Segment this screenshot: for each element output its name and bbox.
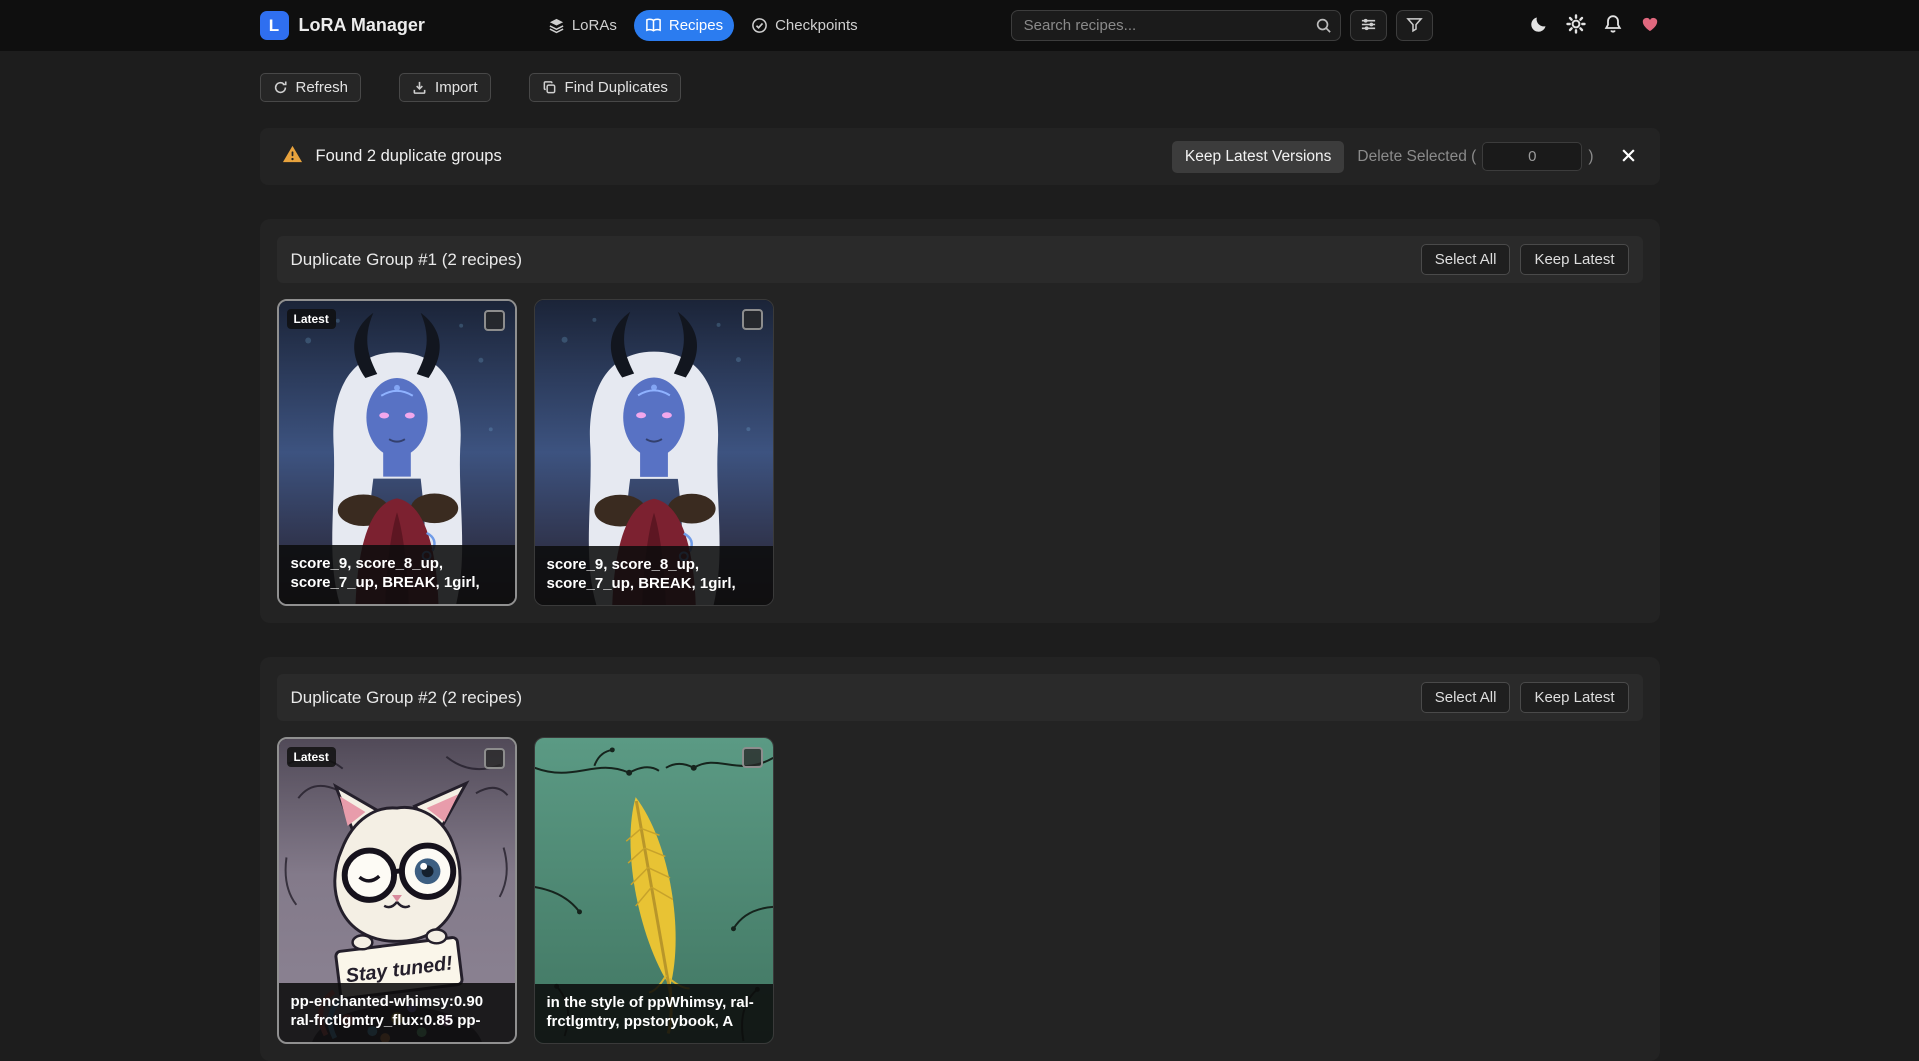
nav-tab-loras[interactable]: LoRAs	[537, 10, 628, 41]
group-title: Duplicate Group #1 (2 recipes)	[291, 250, 523, 270]
layers-icon	[548, 17, 565, 34]
close-icon	[1621, 148, 1636, 166]
main-content: Refresh Import Find Duplicates Found 2 d…	[260, 73, 1660, 1061]
import-button[interactable]: Import	[399, 73, 491, 102]
recipe-card[interactable]: Stay tuned! Latest pp-enchanted-w	[277, 737, 517, 1044]
group-header: Duplicate Group #1 (2 recipes) Select Al…	[277, 236, 1643, 283]
duplicates-banner: Found 2 duplicate groups Keep Latest Ver…	[260, 128, 1660, 185]
recipe-card[interactable]: score_9, score_8_up, score_7_up, BREAK, …	[534, 299, 774, 606]
card-checkbox[interactable]	[742, 309, 763, 330]
keep-latest-versions-button[interactable]: Keep Latest Versions	[1172, 141, 1345, 173]
warning-icon	[282, 144, 303, 169]
app-logo-letter: L	[269, 16, 279, 36]
card-checkbox[interactable]	[742, 747, 763, 768]
search-icon[interactable]	[1315, 17, 1332, 39]
search-group	[1011, 10, 1433, 41]
banner-actions: Keep Latest Versions Delete Selected ( )	[1172, 141, 1638, 173]
notifications-button[interactable]	[1603, 14, 1623, 37]
moon-icon	[1529, 14, 1549, 37]
delete-selected-control: Delete Selected ( )	[1357, 142, 1593, 171]
group-actions: Select All Keep Latest	[1421, 244, 1629, 275]
duplicate-group-2: Duplicate Group #2 (2 recipes) Select Al…	[260, 657, 1660, 1061]
main-nav: LoRAs Recipes Checkpoints	[537, 10, 869, 41]
recipe-card[interactable]: in the style of ppWhimsy, ral-frctlgmtry…	[534, 737, 774, 1044]
banner-close-button[interactable]	[1619, 146, 1638, 168]
cards-row: Latest score_9, score_8_up, score_7_up, …	[277, 299, 1643, 606]
app-brand[interactable]: L LoRA Manager	[260, 11, 425, 40]
nav-tab-recipes[interactable]: Recipes	[634, 10, 734, 41]
filter-settings-button[interactable]	[1350, 10, 1387, 41]
app-logo: L	[260, 11, 289, 40]
cards-row: Stay tuned! Latest pp-enchanted-w	[277, 737, 1643, 1044]
duplicates-icon	[542, 80, 557, 95]
theme-toggle-button[interactable]	[1529, 14, 1549, 37]
banner-message: Found 2 duplicate groups	[316, 147, 502, 166]
find-duplicates-label: Find Duplicates	[565, 79, 668, 96]
import-icon	[412, 80, 427, 95]
delete-selected-prefix: Delete Selected (	[1357, 148, 1476, 166]
book-icon	[645, 17, 662, 34]
recipe-card[interactable]: Latest score_9, score_8_up, score_7_up, …	[277, 299, 517, 606]
find-duplicates-button[interactable]: Find Duplicates	[529, 73, 681, 102]
funnel-icon	[1406, 16, 1423, 36]
check-circle-icon	[751, 17, 768, 34]
select-all-button[interactable]: Select All	[1421, 244, 1511, 275]
app-title: LoRA Manager	[299, 15, 425, 36]
group-actions: Select All Keep Latest	[1421, 682, 1629, 713]
select-all-button[interactable]: Select All	[1421, 682, 1511, 713]
bell-icon	[1603, 14, 1623, 37]
gear-icon	[1566, 14, 1586, 37]
keep-latest-button[interactable]: Keep Latest	[1520, 682, 1628, 713]
import-label: Import	[435, 79, 478, 96]
nav-tab-recipes-label: Recipes	[669, 17, 723, 34]
nav-tab-checkpoints-label: Checkpoints	[775, 17, 858, 34]
delete-selected-suffix: )	[1588, 148, 1593, 166]
nav-tab-checkpoints[interactable]: Checkpoints	[740, 10, 869, 41]
search-input[interactable]	[1011, 10, 1341, 41]
app-root: L LoRA Manager LoRAs Recipes	[0, 0, 1919, 1061]
filter-button[interactable]	[1396, 10, 1433, 41]
toolbar: Refresh Import Find Duplicates	[260, 73, 1660, 102]
settings-button[interactable]	[1566, 14, 1586, 37]
group-title: Duplicate Group #2 (2 recipes)	[291, 688, 523, 708]
latest-badge: Latest	[287, 747, 336, 767]
keep-latest-button[interactable]: Keep Latest	[1520, 244, 1628, 275]
card-checkbox[interactable]	[484, 310, 505, 331]
nav-tab-loras-label: LoRAs	[572, 17, 617, 34]
card-caption: score_9, score_8_up, score_7_up, BREAK, …	[535, 546, 773, 605]
support-button[interactable]	[1640, 14, 1660, 37]
sliders-icon	[1360, 16, 1377, 36]
delete-count-input[interactable]	[1482, 142, 1582, 171]
latest-badge: Latest	[287, 309, 336, 329]
top-navbar: L LoRA Manager LoRAs Recipes	[0, 0, 1919, 51]
duplicate-group-1: Duplicate Group #1 (2 recipes) Select Al…	[260, 219, 1660, 623]
header-actions	[1529, 14, 1660, 37]
card-caption: pp-enchanted-whimsy:0.90 ral-frctlgmtry_…	[279, 983, 515, 1042]
refresh-icon	[273, 80, 288, 95]
search-box	[1011, 10, 1341, 41]
heart-icon	[1640, 14, 1660, 37]
card-checkbox[interactable]	[484, 748, 505, 769]
group-header: Duplicate Group #2 (2 recipes) Select Al…	[277, 674, 1643, 721]
card-caption: score_9, score_8_up, score_7_up, BREAK, …	[279, 545, 515, 604]
refresh-label: Refresh	[296, 79, 349, 96]
refresh-button[interactable]: Refresh	[260, 73, 362, 102]
